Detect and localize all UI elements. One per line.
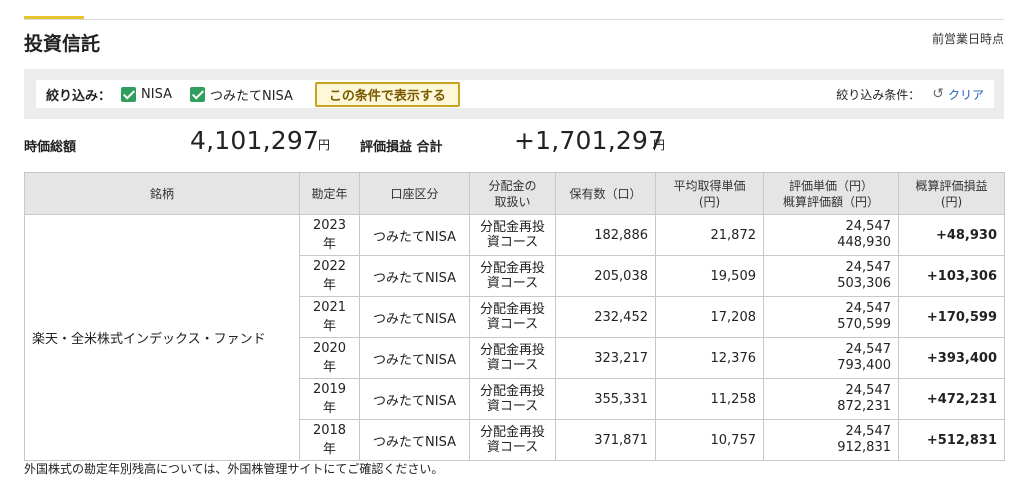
cell-pl: +170,599 — [898, 296, 1005, 338]
cell-eval: 24,547 570,599 — [763, 296, 899, 338]
table-header-row: 銘柄 勘定年 口座区分 分配金の 取扱い 保有数（口） 平均取得単価 (円) 評価単… — [24, 172, 1005, 215]
cell-distribution: 分配金再投 資コース — [469, 296, 556, 338]
cell-pl: +393,400 — [898, 337, 1005, 379]
header-pl: 概算評価損益 (円) — [898, 172, 1005, 215]
cell-pl: +103,306 — [898, 255, 1005, 297]
cell-year: 2020年 — [299, 337, 360, 379]
cell-year: 2019年 — [299, 378, 360, 420]
summary-row: 時価総額 4,101,297 円 評価損益 合計 +1,701,297 円 — [24, 126, 1004, 160]
filter-nisa-label: NISA — [141, 86, 172, 102]
fund-name: 楽天・全米株式インデックス・ファンド — [24, 214, 300, 461]
pl-total-unit: 円 — [653, 138, 666, 152]
cell-year: 2018年 — [299, 419, 360, 461]
apply-filter-button[interactable]: この条件で表示する — [314, 81, 460, 107]
header-eval: 評価単価（円） 概算評価額（円） — [763, 172, 899, 215]
cell-distribution: 分配金再投 資コース — [469, 337, 556, 379]
checkbox-checked-icon[interactable] — [189, 86, 205, 102]
table-row: 楽天・全米株式インデックス・ファンド 2023年 つみたてNISA 分配金再投資… — [24, 214, 1005, 461]
cell-eval: 24,547 448,930 — [763, 214, 899, 256]
cell-pl: +512,831 — [898, 419, 1005, 461]
cell-avg-cost: 11,258 — [655, 378, 764, 420]
cell-year: 2021年 — [299, 296, 360, 338]
cell-eval: 24,547 912,831 — [763, 419, 899, 461]
cell-quantity: 355,331 — [555, 378, 656, 420]
filter-condition-label: 絞り込み条件： — [836, 87, 921, 102]
market-value: 4,101,297 — [190, 126, 320, 155]
cell-quantity: 205,038 — [555, 255, 656, 297]
market-value-label: 時価総額 — [24, 140, 77, 155]
cell-account: つみたてNISA — [359, 214, 470, 256]
cell-eval: 24,547 793,400 — [763, 337, 899, 379]
checkbox-checked-icon[interactable] — [121, 86, 137, 102]
pl-total-value: +1,701,297 — [514, 126, 665, 155]
cell-avg-cost: 12,376 — [655, 337, 764, 379]
filter-tsumitate-nisa-checkbox[interactable]: つみたてNISA — [189, 85, 293, 104]
cell-account: つみたてNISA — [359, 419, 470, 461]
cell-pl: +48,930 — [898, 214, 1005, 256]
filter-conditions: 絞り込み条件： ↺ クリア — [836, 86, 984, 103]
market-value-unit: 円 — [318, 138, 331, 152]
cell-quantity: 232,452 — [555, 296, 656, 338]
cell-account: つみたてNISA — [359, 296, 470, 338]
filter-nisa-checkbox[interactable]: NISA — [121, 86, 172, 102]
header-year: 勘定年 — [299, 172, 360, 215]
clear-filter-label: クリア — [947, 87, 984, 102]
cell-account: つみたてNISA — [359, 337, 470, 379]
header-distribution: 分配金の 取扱い — [469, 172, 556, 215]
top-divider — [24, 19, 1004, 20]
page-title: 投資信託 — [24, 33, 101, 55]
filter-panel: 絞り込み： NISA つみたてNISA この条件で表示する 絞り込み条件： ↺ … — [36, 80, 994, 108]
filter-tsumitate-nisa-label: つみたてNISA — [209, 88, 293, 104]
cell-eval: 24,547 503,306 — [763, 255, 899, 297]
cell-eval: 24,547 872,231 — [763, 378, 899, 420]
cell-distribution: 分配金再投 資コース — [469, 419, 556, 461]
foreign-stock-note: 外国株式の勘定年別残高については、外国株管理サイトにてご確認ください。 — [24, 462, 444, 476]
undo-icon: ↺ — [932, 86, 944, 102]
cell-quantity: 182,886 — [555, 214, 656, 256]
as-of-label: 前営業日時点 — [931, 32, 1004, 46]
header-quantity: 保有数（口） — [555, 172, 656, 215]
cell-avg-cost: 21,872 — [655, 214, 764, 256]
filter-label: 絞り込み： — [46, 88, 112, 104]
holdings-table: 銘柄 勘定年 口座区分 分配金の 取扱い 保有数（口） 平均取得単価 (円) 評価単… — [24, 172, 1005, 461]
cell-quantity: 323,217 — [555, 337, 656, 379]
header-avg-cost: 平均取得単価 (円) — [655, 172, 764, 215]
cell-year: 2023年 — [299, 214, 360, 256]
cell-distribution: 分配金再投 資コース — [469, 378, 556, 420]
cell-year: 2022年 — [299, 255, 360, 297]
cell-distribution: 分配金再投 資コース — [469, 214, 556, 256]
cell-pl: +472,231 — [898, 378, 1005, 420]
filter-bar: 絞り込み： NISA つみたてNISA この条件で表示する 絞り込み条件： ↺ … — [24, 69, 1004, 119]
cell-quantity: 371,871 — [555, 419, 656, 461]
cell-account: つみたてNISA — [359, 255, 470, 297]
header-fund: 銘柄 — [24, 172, 300, 215]
cell-avg-cost: 19,509 — [655, 255, 764, 297]
header-account: 口座区分 — [359, 172, 470, 215]
cell-distribution: 分配金再投 資コース — [469, 255, 556, 297]
clear-filter-link[interactable]: ↺ クリア — [932, 86, 984, 103]
cell-avg-cost: 10,757 — [655, 419, 764, 461]
cell-avg-cost: 17,208 — [655, 296, 764, 338]
pl-total-label: 評価損益 合計 — [360, 140, 443, 155]
cell-account: つみたてNISA — [359, 378, 470, 420]
